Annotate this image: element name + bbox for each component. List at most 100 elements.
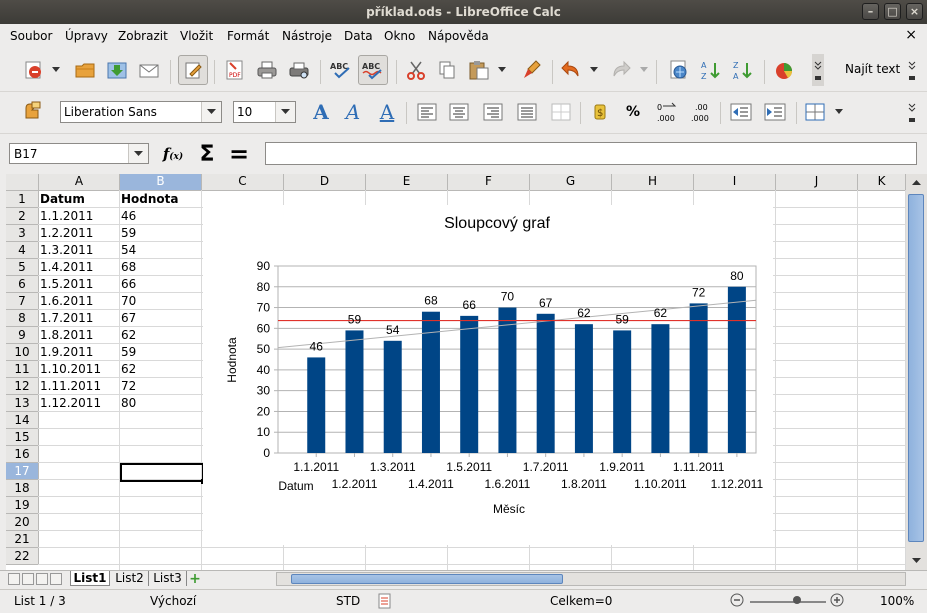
find-text-label[interactable]: Najít text	[845, 62, 900, 76]
clone-formatting-icon[interactable]	[520, 57, 546, 83]
menu-nastroje[interactable]: Nástroje	[282, 29, 332, 43]
font-name-combo[interactable]: Liberation Sans	[60, 101, 222, 123]
table-cell[interactable]: 1.7.2011	[40, 311, 119, 326]
sheet-tab-list2[interactable]: List2	[111, 571, 149, 586]
row-header-12[interactable]: 12	[6, 378, 39, 395]
column-header-g[interactable]: G	[530, 174, 612, 191]
scroll-up-icon[interactable]	[907, 176, 925, 190]
sum-icon[interactable]: Σ	[194, 141, 220, 167]
column-header-b[interactable]: B	[120, 174, 202, 191]
copy-icon[interactable]	[434, 57, 460, 83]
edit-file-icon[interactable]	[178, 55, 208, 85]
export-pdf-icon[interactable]: PDF	[222, 57, 248, 83]
zoom-in-icon[interactable]	[830, 593, 844, 610]
table-cell[interactable]: 62	[121, 328, 201, 343]
row-header-16[interactable]: 16	[6, 446, 39, 463]
redo-icon[interactable]	[608, 57, 634, 83]
first-sheet-icon[interactable]	[8, 573, 20, 585]
prev-sheet-icon[interactable]	[22, 573, 34, 585]
styles-formatting-icon[interactable]	[20, 98, 46, 124]
justify-icon[interactable]	[514, 99, 540, 125]
format-toolbar-overflow-icon[interactable]	[906, 96, 918, 128]
table-cell[interactable]: 54	[121, 243, 201, 258]
maximize-button[interactable]: □	[884, 3, 901, 20]
selected-cell-cursor[interactable]	[120, 463, 206, 484]
menu-vlozit[interactable]: Vložit	[180, 29, 213, 43]
close-document-icon[interactable]: ×	[905, 27, 917, 43]
new-dropdown-icon[interactable]	[50, 57, 62, 83]
currency-format-icon[interactable]: $	[588, 99, 614, 125]
italic-icon[interactable]: A	[340, 99, 366, 125]
align-center-icon[interactable]	[446, 99, 472, 125]
table-header-cell[interactable]: Datum	[40, 192, 119, 207]
vertical-scroll-thumb[interactable]	[908, 194, 924, 542]
table-header-cell[interactable]: Hodnota	[121, 192, 201, 207]
add-decimal-icon[interactable]: .00 .000	[688, 99, 714, 125]
menu-data[interactable]: Data	[344, 29, 373, 43]
toolbar-overflow-icon[interactable]	[812, 54, 824, 86]
table-cell[interactable]: 1.8.2011	[40, 328, 119, 343]
column-header-c[interactable]: C	[202, 174, 284, 191]
bar-chart[interactable]: Sloupcový graf Hodnota Měsíc Datum 0 10 20…	[203, 205, 773, 545]
table-cell[interactable]: 1.2.2011	[40, 226, 119, 241]
row-header-11[interactable]: 11	[6, 361, 39, 378]
table-cell[interactable]: 1.6.2011	[40, 294, 119, 309]
row-header-1[interactable]: 1	[6, 191, 39, 208]
row-header-9[interactable]: 9	[6, 327, 39, 344]
row-header-17[interactable]: 17	[6, 463, 39, 480]
status-zoom-level[interactable]: 100%	[880, 594, 914, 608]
table-cell[interactable]: 67	[121, 311, 201, 326]
table-cell[interactable]: 80	[121, 396, 201, 411]
row-header-3[interactable]: 3	[6, 225, 39, 242]
spellcheck-icon[interactable]: ABC	[328, 57, 354, 83]
table-cell[interactable]: 62	[121, 362, 201, 377]
table-cell[interactable]: 1.4.2011	[40, 260, 119, 275]
menu-napoveda[interactable]: Nápověda	[428, 29, 489, 43]
table-cell[interactable]: 1.9.2011	[40, 345, 119, 360]
minimize-button[interactable]: –	[862, 3, 879, 20]
menu-format[interactable]: Formát	[227, 29, 269, 43]
table-cell[interactable]: 72	[121, 379, 201, 394]
last-sheet-icon[interactable]	[50, 573, 62, 585]
borders-icon[interactable]	[802, 99, 828, 125]
insert-chart-icon[interactable]	[772, 57, 798, 83]
decrease-indent-icon[interactable]	[728, 99, 754, 125]
standard-format-icon[interactable]: 0 .000	[654, 99, 680, 125]
redo-dropdown-icon[interactable]	[638, 57, 650, 83]
zoom-slider-knob[interactable]	[793, 596, 801, 604]
print-preview-icon[interactable]	[286, 57, 312, 83]
table-cell[interactable]: 46	[121, 209, 201, 224]
row-header-10[interactable]: 10	[6, 344, 39, 361]
table-cell[interactable]: 1.1.2011	[40, 209, 119, 224]
menu-upravy[interactable]: Úpravy	[65, 29, 108, 43]
formula-input[interactable]	[265, 142, 917, 165]
cut-icon[interactable]	[403, 57, 429, 83]
undo-icon[interactable]	[558, 57, 584, 83]
column-header-e[interactable]: E	[366, 174, 448, 191]
formula-icon[interactable]: =	[226, 140, 252, 168]
table-cell[interactable]: 1.5.2011	[40, 277, 119, 292]
next-sheet-icon[interactable]	[36, 573, 48, 585]
zoom-slider-track[interactable]	[750, 601, 826, 603]
menu-zobrazit[interactable]: Zobrazit	[118, 29, 168, 43]
column-header-f[interactable]: F	[448, 174, 530, 191]
align-right-icon[interactable]	[480, 99, 506, 125]
save-icon[interactable]	[104, 57, 130, 83]
table-cell[interactable]: 59	[121, 226, 201, 241]
column-header-i[interactable]: I	[694, 174, 776, 191]
autospellcheck-icon[interactable]: ABC	[358, 55, 388, 85]
name-box-dropdown-icon[interactable]	[128, 144, 148, 163]
menu-okno[interactable]: Okno	[384, 29, 415, 43]
row-header-14[interactable]: 14	[6, 412, 39, 429]
table-cell[interactable]: 1.12.2011	[40, 396, 119, 411]
table-cell[interactable]: 1.10.2011	[40, 362, 119, 377]
column-header-h[interactable]: H	[612, 174, 694, 191]
open-folder-icon[interactable]	[72, 57, 98, 83]
font-name-dropdown-icon[interactable]	[201, 102, 221, 122]
row-header-13[interactable]: 13	[6, 395, 39, 412]
undo-dropdown-icon[interactable]	[588, 57, 600, 83]
percent-format-icon[interactable]: %	[620, 99, 646, 125]
horizontal-scrollbar[interactable]	[276, 572, 906, 586]
new-document-icon[interactable]	[20, 57, 46, 83]
row-header-20[interactable]: 20	[6, 514, 39, 531]
